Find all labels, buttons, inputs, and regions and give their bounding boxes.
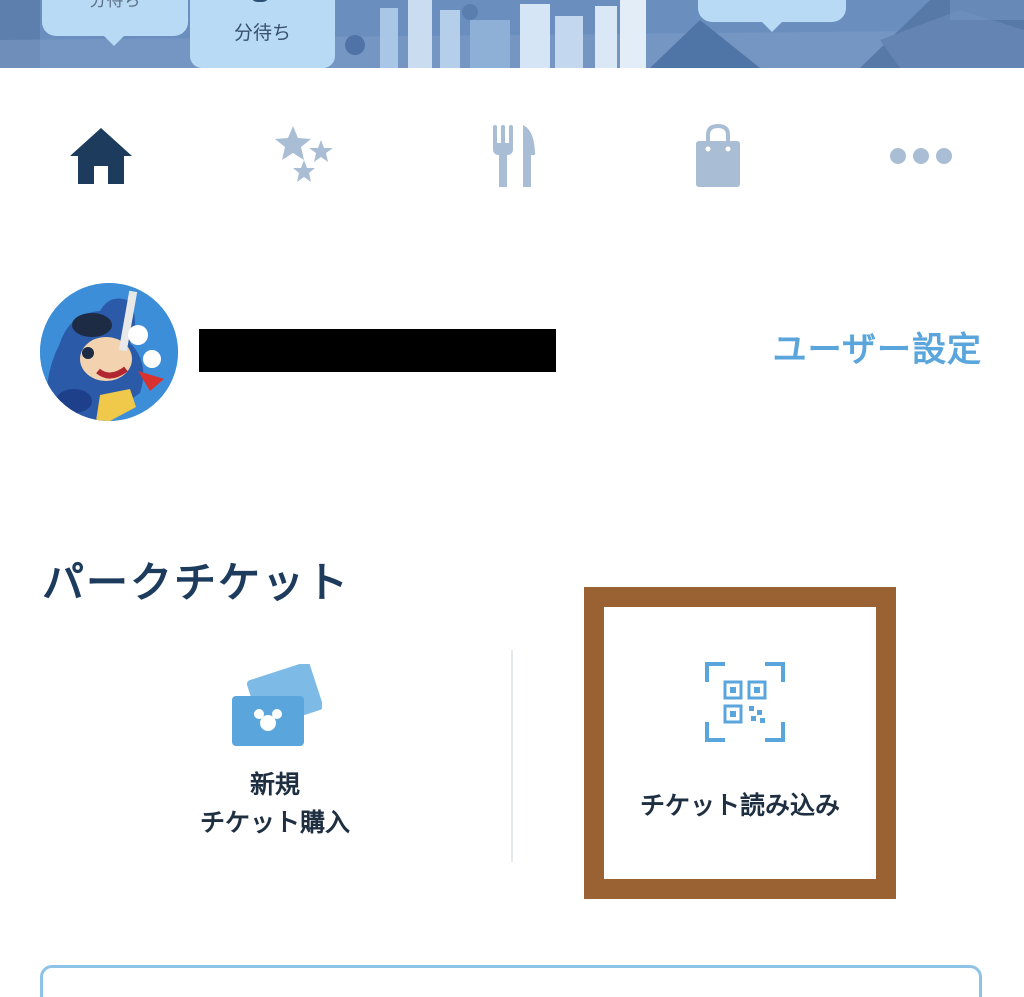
main-nav-bar <box>0 68 1024 238</box>
avatar[interactable] <box>40 283 178 421</box>
user-settings-link[interactable]: ユーザー設定 <box>740 326 982 374</box>
wait-time-icon <box>250 0 270 2</box>
divider <box>511 650 513 862</box>
shopping-bag-icon <box>696 123 740 187</box>
nav-item-more[interactable] <box>881 116 961 196</box>
mickey-avatar-icon <box>40 283 178 421</box>
ticket-cards-icon <box>232 664 322 746</box>
more-icon <box>890 148 952 164</box>
buy-ticket-button[interactable]: 新規 チケット購入 <box>150 660 400 860</box>
fork-knife-icon <box>493 125 535 187</box>
user-name-redacted <box>199 329 556 372</box>
wait-time-bubble[interactable]: 分待ち <box>190 0 335 68</box>
buy-ticket-label-line1: 新規 <box>249 770 300 799</box>
stars-icon <box>275 126 333 182</box>
nav-item-attractions[interactable] <box>265 116 345 196</box>
app-screen: 分待ち 分待ち ユーザー設定 パークチケット 新規 チケット購入 チケット読み込… <box>0 0 1024 997</box>
wait-time-label: 分待ち <box>89 0 141 11</box>
qr-scan-icon <box>705 662 785 742</box>
wait-time-bubble[interactable] <box>698 0 846 32</box>
nav-item-restaurants[interactable] <box>474 116 554 196</box>
wait-time-bubble[interactable]: 分待ち <box>42 0 188 46</box>
park-map-banner[interactable]: 分待ち 分待ち <box>0 0 1024 68</box>
wait-time-label: 分待ち <box>233 22 291 44</box>
nav-item-shopping[interactable] <box>678 116 758 196</box>
home-icon <box>70 128 132 184</box>
scan-ticket-button[interactable]: チケット読み込み <box>604 607 876 879</box>
ticket-card[interactable] <box>40 965 982 997</box>
bubble-tail <box>760 20 784 32</box>
buy-ticket-label-line2: チケット購入 <box>199 808 350 837</box>
section-title: パークチケット <box>42 558 351 607</box>
bubble-tail <box>102 34 126 46</box>
nav-item-home[interactable] <box>61 116 141 196</box>
buy-ticket-label: 新規 チケット購入 <box>150 766 400 842</box>
scan-ticket-label: チケット読み込み <box>639 791 840 820</box>
